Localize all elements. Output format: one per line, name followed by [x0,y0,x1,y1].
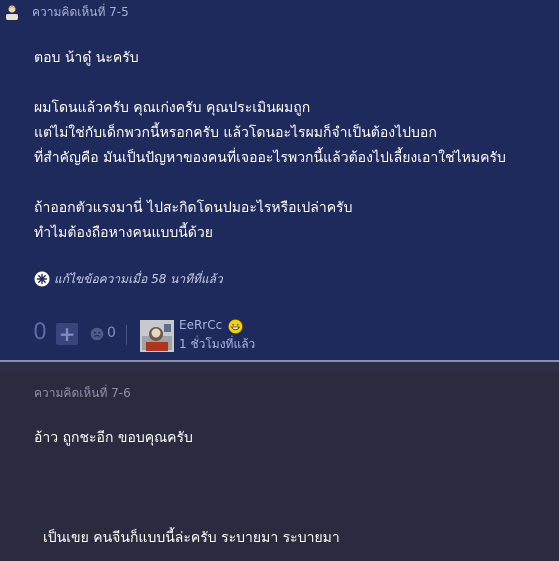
grin-emoji-icon [228,319,243,334]
vote-plus-button[interactable]: + [56,323,78,345]
comment-line: ถ้าออกตัวแรงมานี่ ไปสะกิดโดนปมอะไรหรือเป… [34,200,353,216]
comment-number: ความคิดเห็นที่ 7-6 [34,386,131,400]
comment-7-6: ความคิดเห็นที่ 7-6 อ้าว ถูกชะอีก ขอบคุณค… [0,362,559,561]
comment-number: ความคิดเห็นที่ 7-5 [32,4,129,19]
comment-line: ตอบ น้าดู๋ นะครับ [34,50,139,66]
emotion-icon[interactable] [90,327,104,341]
comment-footer: 0 + 0 EeRrCc 1 ชั่วโมงที่แล้ว [0,316,559,356]
vote-count: 0 [33,320,47,345]
footer-divider [126,325,127,345]
comment-header: ความคิดเห็นที่ 7-5 [4,3,129,21]
post-time: 1 ชั่วโมงที่แล้ว [179,337,256,351]
comment-line: ผมโดนแล้วครับ คุณเก่งครับ คุณประเมินผมถู… [34,100,311,116]
user-avatar[interactable] [140,320,174,352]
comment-7-5: ความคิดเห็นที่ 7-5 ตอบ น้าดู๋ นะครับ ผมโ… [0,0,559,360]
emotion-count: 0 [107,325,116,341]
edit-note: แก้ไขข้อความเมื่อ 58 นาทีที่แล้ว [34,269,223,289]
user-avatar-icon [6,5,18,20]
comment-line: เป็นเขย คนจีนก็แบบนี้ล่ะครับ ระบายมา ระบ… [43,530,340,546]
comment-line: แต่ไม่ใช่กับเด็กพวกนี้หรอกครับ แล้วโดนอะ… [34,125,437,141]
comment-line: ทำไมต้องถือหางคนแบบนี้ด้วย [34,225,213,241]
plus-icon: + [58,322,76,346]
comment-top-strip [0,362,559,372]
edit-note-text: แก้ไขข้อความเมื่อ 58 นาทีที่แล้ว [54,271,223,286]
comment-line: อ้าว ถูกชะอีก ขอบคุณครับ [34,430,193,446]
edit-flower-icon [34,271,50,287]
comment-body: ตอบ น้าดู๋ นะครับ ผมโดนแล้วครับ คุณเก่งค… [34,46,554,246]
comment-body: อ้าว ถูกชะอีก ขอบคุณครับ เป็นเขย คนจีนก็… [34,426,554,551]
comment-line: ที่สำคัญคือ มันเป็นปัญหาของคนที่เจออะไรพ… [34,150,506,166]
user-name[interactable]: EeRrCc [179,318,222,332]
